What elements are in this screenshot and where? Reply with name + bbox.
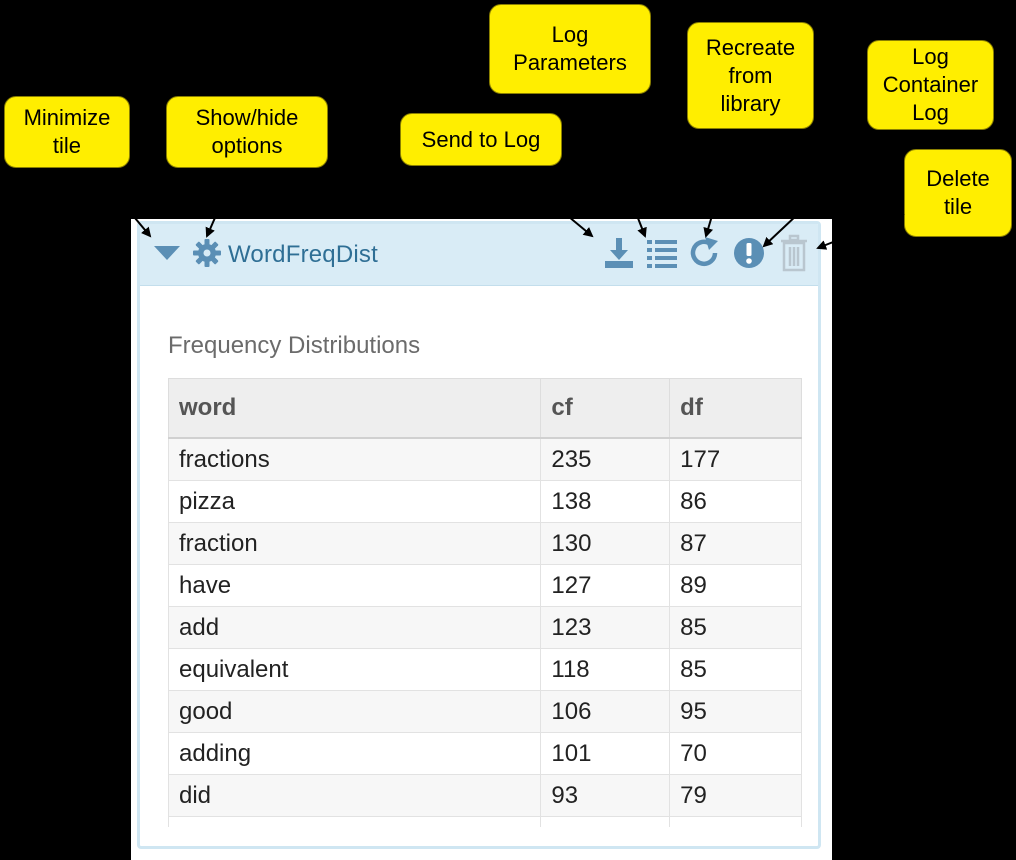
callout-delete-tile: Delete tile xyxy=(904,149,1012,237)
arrow-log-parameters xyxy=(589,95,647,238)
frequency-table: word cf df fractions 235 177 pizza 138 8… xyxy=(168,378,802,827)
cell-cf: 235 xyxy=(540,437,671,481)
cell-cf: 138 xyxy=(540,480,671,523)
refresh-icon[interactable] xyxy=(688,236,722,270)
cell-word: add xyxy=(168,606,542,649)
word-freq-dist-tile: WordFreqDist Frequency Distributions wor… xyxy=(137,221,821,849)
tile-header: WordFreqDist xyxy=(140,224,818,286)
frequency-table-container[interactable]: word cf df fractions 235 177 pizza 138 8… xyxy=(168,378,802,827)
callout-show-hide-options: Show/hide options xyxy=(166,96,328,168)
cell-word: fraction xyxy=(168,522,542,565)
table-row: pizza 138 86 xyxy=(168,480,802,523)
table-row-partial xyxy=(168,816,802,827)
cell-df: 89 xyxy=(669,564,802,607)
table-row: did 93 79 xyxy=(168,774,802,817)
callout-send-to-log: Send to Log xyxy=(400,113,562,166)
callout-log-parameters: Log Parameters xyxy=(489,4,651,94)
table-row: have 127 89 xyxy=(168,564,802,607)
table-row: fraction 130 87 xyxy=(168,522,802,565)
list-icon[interactable] xyxy=(645,237,679,269)
cell-cf: 118 xyxy=(540,648,671,691)
table-header-row: word cf df xyxy=(168,378,802,439)
cell-word: pizza xyxy=(168,480,542,523)
callout-recreate-from-library: Recreate from library xyxy=(687,22,814,129)
annotated-screenshot: Minimize tile Show/hide options Send to … xyxy=(0,0,1016,860)
column-header-cf[interactable]: cf xyxy=(540,378,671,439)
cell-cf: 130 xyxy=(540,522,671,565)
cell-word: have xyxy=(168,564,542,607)
trash-icon[interactable] xyxy=(779,234,809,272)
callout-minimize-tile: Minimize tile xyxy=(4,96,130,168)
callout-log-container-log: Log Container Log xyxy=(867,40,994,130)
download-icon[interactable] xyxy=(602,236,636,270)
exclamation-circle-icon[interactable] xyxy=(732,236,766,270)
cell-cf: 106 xyxy=(540,690,671,733)
cell-cf: 93 xyxy=(540,774,671,817)
cell-df: 85 xyxy=(669,606,802,649)
cell-cf: 101 xyxy=(540,732,671,775)
column-header-df[interactable]: df xyxy=(669,378,802,439)
table-row: add 123 85 xyxy=(168,606,802,649)
cell-df: 86 xyxy=(669,480,802,523)
column-header-word[interactable]: word xyxy=(168,378,542,439)
cell-word: adding xyxy=(168,732,542,775)
section-title: Frequency Distributions xyxy=(168,332,421,359)
cell-df: 85 xyxy=(669,648,802,691)
cell-cf xyxy=(540,816,671,827)
table-row: adding 101 70 xyxy=(168,732,802,775)
table-row: equivalent 118 85 xyxy=(168,648,802,691)
cell-df: 177 xyxy=(669,437,802,481)
table-row: fractions 235 177 xyxy=(168,437,802,481)
cell-word: did xyxy=(168,774,542,817)
gear-icon[interactable] xyxy=(192,238,222,268)
cell-df: 79 xyxy=(669,774,802,817)
caret-down-icon[interactable] xyxy=(152,240,182,264)
cell-cf: 123 xyxy=(540,606,671,649)
cell-df xyxy=(669,816,802,827)
cell-word: good xyxy=(168,690,542,733)
tile-title: WordFreqDist xyxy=(228,241,378,268)
cell-df: 87 xyxy=(669,522,802,565)
cell-word: fractions xyxy=(168,437,542,481)
cell-cf: 127 xyxy=(540,564,671,607)
cell-df: 70 xyxy=(669,732,802,775)
table-row: good 106 95 xyxy=(168,690,802,733)
cell-word xyxy=(168,816,542,827)
cell-df: 95 xyxy=(669,690,802,733)
cell-word: equivalent xyxy=(168,648,542,691)
